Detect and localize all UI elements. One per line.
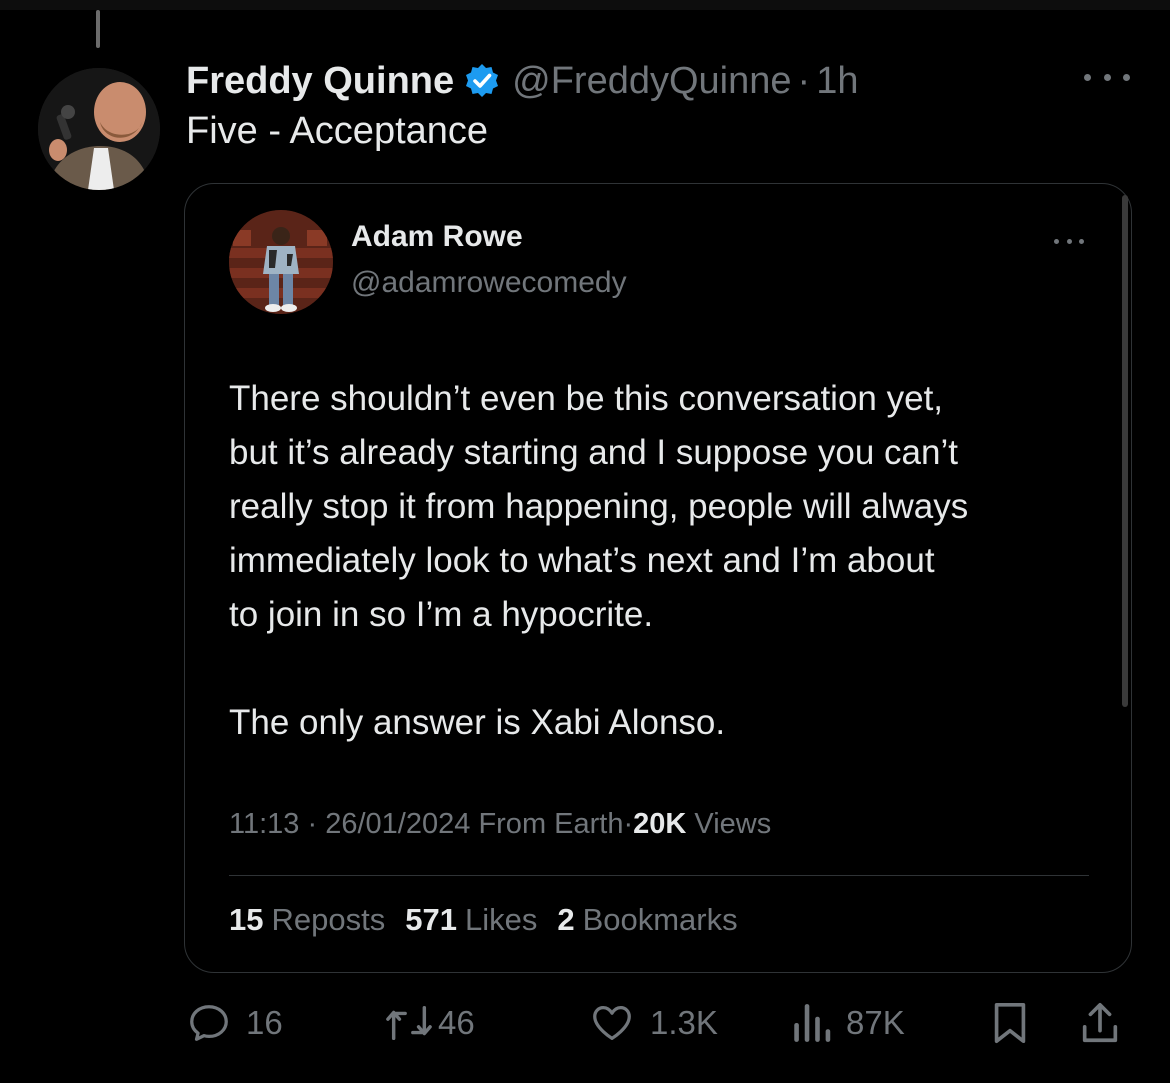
quoted-handle[interactable]: @adamrowecomedy [351, 266, 627, 300]
more-dot [1103, 73, 1111, 81]
quoted-more-options-icon[interactable] [1054, 236, 1084, 246]
display-name[interactable]: Freddy Quinne [186, 60, 454, 103]
repost-icon [386, 1005, 432, 1041]
more-options-button[interactable] [1084, 62, 1130, 92]
tweet-text: Five - Acceptance [186, 110, 489, 152]
more-dot [1084, 73, 1091, 81]
avatar[interactable] [38, 68, 160, 190]
views-count: 87K [846, 1004, 905, 1041]
thread-line [96, 10, 100, 48]
divider [229, 875, 1089, 876]
quoted-meta: 11:13 · 26/01/2024 From Earth·20K Views [229, 808, 771, 841]
repost-count: 46 [438, 1004, 475, 1041]
quoted-views-count: 20K [633, 808, 687, 840]
quoted-source: From Earth [478, 808, 624, 840]
more-dot [1054, 238, 1059, 244]
bookmarks-stat[interactable]: 2 Bookmarks [557, 902, 737, 938]
bookmarks-stat-count: 2 [557, 902, 575, 937]
more-dot [1123, 73, 1130, 81]
quoted-avatar[interactable] [229, 210, 333, 314]
quoted-text-line: but it’s already starting and I suppose … [229, 433, 958, 472]
reposts-stat[interactable]: 15 Reposts [229, 902, 385, 938]
like-count: 1.3K [650, 1004, 718, 1041]
like-button[interactable]: 1.3K [588, 1000, 718, 1046]
views-icon [794, 1004, 831, 1042]
share-icon [1082, 1002, 1118, 1043]
reply-count: 16 [246, 1004, 283, 1041]
share-button[interactable] [1078, 1000, 1122, 1046]
quoted-text-line: really stop it from happening, people wi… [229, 487, 969, 526]
quoted-date[interactable]: 26/01/2024 [325, 808, 470, 840]
reposts-stat-label: Reposts [271, 902, 386, 937]
likes-stat-label: Likes [464, 902, 538, 937]
timestamp[interactable]: 1h [816, 60, 858, 103]
verified-badge-icon[interactable] [464, 63, 500, 99]
reposts-stat-count: 15 [229, 902, 264, 937]
quoted-display-name[interactable]: Adam Rowe [351, 220, 523, 254]
heart-icon [593, 1006, 631, 1040]
quoted-avatar-image [229, 210, 333, 314]
quoted-text-line: There shouldn’t even be this conversatio… [229, 379, 944, 418]
bookmarks-stat-label: Bookmarks [582, 902, 738, 937]
likes-stat-count: 571 [405, 902, 457, 937]
reply-icon [190, 1005, 228, 1041]
quoted-tweet-text: There shouldn’t even be this conversatio… [229, 372, 1109, 750]
quote-scrollbar[interactable] [1122, 195, 1128, 707]
handle[interactable]: @FreddyQuinne [512, 60, 791, 103]
quoted-text-line: immediately look to what’s next and I’m … [229, 541, 935, 580]
more-dot [1066, 238, 1072, 244]
views-button[interactable]: 87K [790, 1000, 905, 1046]
reply-button[interactable]: 16 [186, 1000, 283, 1046]
separator-dot: · [797, 59, 811, 102]
quoted-time[interactable]: 11:13 [229, 808, 299, 840]
tweet-header: Freddy Quinne @FreddyQuinne · 1h [186, 56, 858, 106]
avatar-image [38, 68, 160, 190]
quoted-stats: 15 Reposts 571 Likes 2 Bookmarks [229, 902, 738, 938]
likes-stat[interactable]: 571 Likes [405, 902, 537, 938]
more-dot [1079, 238, 1084, 244]
quoted-text-line: to join in so I’m a hypocrite. [229, 595, 654, 634]
repost-button[interactable]: 46 [384, 1000, 475, 1046]
separator-dot: · [307, 808, 318, 840]
bookmark-icon [994, 1002, 1026, 1044]
quoted-text-line: The only answer is Xabi Alonso. [229, 703, 726, 742]
bookmark-button[interactable] [990, 1000, 1030, 1046]
quoted-views-label: Views [694, 808, 772, 840]
top-border [0, 0, 1170, 10]
separator-dot: · [623, 808, 634, 840]
